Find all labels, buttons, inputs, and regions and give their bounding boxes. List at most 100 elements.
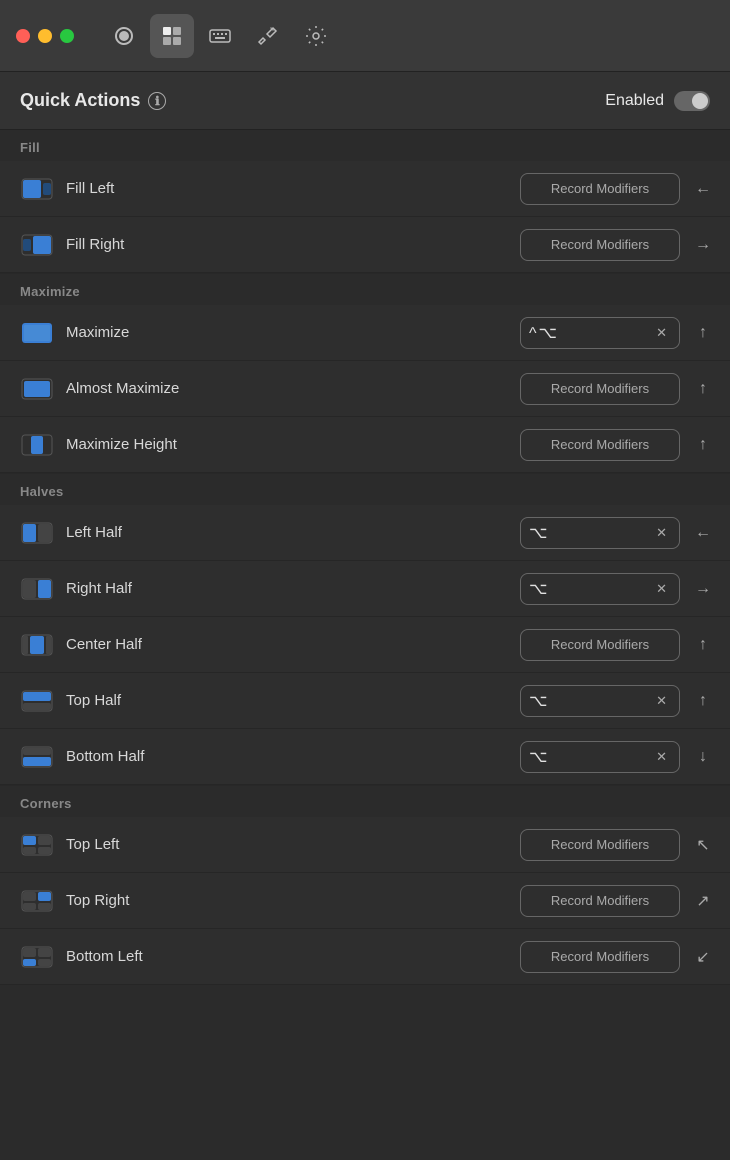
right-half-shortcut-input: ⌥✕ [520, 573, 680, 605]
maximize-shortcut-field[interactable]: ^⌥ ✕ [520, 317, 680, 349]
page-title: Quick Actions [20, 90, 140, 111]
fill-left-direction-arrow: ← [692, 178, 714, 200]
tools-toolbar-button[interactable] [246, 14, 290, 58]
center-half-shortcut-field[interactable]: Record Modifiers [520, 629, 680, 661]
center-half-icon [20, 628, 54, 662]
top-half-shortcut-input: ⌥✕ [520, 685, 680, 717]
maximize-height-shortcut-field[interactable]: Record Modifiers [520, 429, 680, 461]
right-half-shortcut-field[interactable]: ⌥✕ [520, 573, 680, 605]
fill-left-shortcut-field[interactable]: Record Modifiers [520, 173, 680, 205]
top-left-shortcut-input: Record Modifiers [520, 829, 680, 861]
bottom-left-shortcut-field[interactable]: Record Modifiers [520, 941, 680, 973]
maximize-label: Maximize [66, 324, 508, 341]
section-header-fill: Fill [0, 130, 730, 161]
maximize-shortcut-input: ^⌥ ✕ [520, 317, 680, 349]
almost-maximize-shortcut-field[interactable]: Record Modifiers [520, 373, 680, 405]
minimize-button[interactable] [38, 29, 52, 43]
left-half-shortcut-keys: ⌥ [529, 523, 549, 543]
header-right: Enabled [605, 91, 710, 111]
maximize-icon [20, 316, 54, 350]
top-right-shortcut-field[interactable]: Record Modifiers [520, 885, 680, 917]
bottom-left-icon [20, 940, 54, 974]
cursor-toolbar-button[interactable] [150, 14, 194, 58]
close-button[interactable] [16, 29, 30, 43]
maximize-shortcut-keys: ^⌥ [529, 323, 559, 343]
fill-right-direction-arrow: → [692, 234, 714, 256]
fill-right-shortcut-input: Record Modifiers [520, 229, 680, 261]
top-half-clear-button[interactable]: ✕ [652, 691, 671, 711]
bottom-left-direction-arrow: ↙ [692, 946, 714, 968]
top-half-shortcut-field[interactable]: ⌥✕ [520, 685, 680, 717]
fill-left-shortcut-input: Record Modifiers [520, 173, 680, 205]
center-half-label: Center Half [66, 636, 508, 653]
bottom-half-icon [20, 740, 54, 774]
enabled-toggle[interactable] [674, 91, 710, 111]
record-icon [112, 24, 136, 48]
fill-left-icon [20, 172, 54, 206]
right-half-label: Right Half [66, 580, 508, 597]
enabled-label: Enabled [605, 92, 664, 110]
almost-maximize-shortcut-input: Record Modifiers [520, 373, 680, 405]
gear-icon [304, 24, 328, 48]
almost-maximize-label: Almost Maximize [66, 380, 508, 397]
right-half-clear-button[interactable]: ✕ [652, 579, 671, 599]
record-toolbar-button[interactable] [102, 14, 146, 58]
bottom-left-placeholder: Record Modifiers [551, 949, 649, 964]
top-right-direction-arrow: ↗ [692, 890, 714, 912]
fill-right-icon [20, 228, 54, 262]
header: Quick Actions ℹ Enabled [0, 72, 730, 130]
content-area: Fill Fill LeftRecord Modifiers← Fill Rig… [0, 130, 730, 985]
top-right-label: Top Right [66, 892, 508, 909]
top-right-shortcut-input: Record Modifiers [520, 885, 680, 917]
top-left-shortcut-field[interactable]: Record Modifiers [520, 829, 680, 861]
right-half-direction-arrow: → [692, 578, 714, 600]
action-row-top-left: Top LeftRecord Modifiers↖ [0, 817, 730, 873]
section-header-maximize: Maximize [0, 273, 730, 305]
action-row-top-half: Top Half⌥✕↑ [0, 673, 730, 729]
bottom-half-direction-arrow: ↓ [692, 746, 714, 768]
fill-right-placeholder: Record Modifiers [551, 237, 649, 252]
bottom-left-shortcut-input: Record Modifiers [520, 941, 680, 973]
maximize-clear-button[interactable]: ✕ [652, 323, 671, 343]
right-half-shortcut-keys: ⌥ [529, 579, 549, 599]
maximize-button[interactable] [60, 29, 74, 43]
top-left-placeholder: Record Modifiers [551, 837, 649, 852]
action-row-bottom-half: Bottom Half⌥✕↓ [0, 729, 730, 785]
toolbar [102, 14, 338, 58]
action-row-right-half: Right Half⌥✕→ [0, 561, 730, 617]
bottom-left-label: Bottom Left [66, 948, 508, 965]
action-row-almost-maximize: Almost Maximize Record Modifiers ↑ [0, 361, 730, 417]
left-half-direction-arrow: ← [692, 522, 714, 544]
action-row-center-half: Center HalfRecord Modifiers↑ [0, 617, 730, 673]
left-half-shortcut-field[interactable]: ⌥✕ [520, 517, 680, 549]
maximize-direction-arrow: ↑ [692, 322, 714, 344]
left-half-icon [20, 516, 54, 550]
right-half-icon [20, 572, 54, 606]
section-header-halves: Halves [0, 473, 730, 505]
tools-icon [256, 24, 280, 48]
bottom-half-label: Bottom Half [66, 748, 508, 765]
left-half-shortcut-input: ⌥✕ [520, 517, 680, 549]
almost-maximize-direction-arrow: ↑ [692, 378, 714, 400]
keyboard-toolbar-button[interactable] [198, 14, 242, 58]
bottom-half-shortcut-keys: ⌥ [529, 747, 549, 767]
almost-maximize-placeholder: Record Modifiers [551, 381, 649, 396]
left-half-clear-button[interactable]: ✕ [652, 523, 671, 543]
maximize-height-label: Maximize Height [66, 436, 508, 453]
top-right-icon [20, 884, 54, 918]
info-icon[interactable]: ℹ [148, 92, 166, 110]
fill-right-shortcut-field[interactable]: Record Modifiers [520, 229, 680, 261]
maximize-height-direction-arrow: ↑ [692, 434, 714, 456]
maximize-height-placeholder: Record Modifiers [551, 437, 649, 452]
maximize-height-shortcut-input: Record Modifiers [520, 429, 680, 461]
keyboard-icon [208, 24, 232, 48]
top-left-direction-arrow: ↖ [692, 834, 714, 856]
bottom-half-shortcut-field[interactable]: ⌥✕ [520, 741, 680, 773]
left-half-label: Left Half [66, 524, 508, 541]
gear-toolbar-button[interactable] [294, 14, 338, 58]
center-half-shortcut-input: Record Modifiers [520, 629, 680, 661]
fill-left-label: Fill Left [66, 180, 508, 197]
almost-maximize-icon [20, 372, 54, 406]
top-right-placeholder: Record Modifiers [551, 893, 649, 908]
bottom-half-clear-button[interactable]: ✕ [652, 747, 671, 767]
